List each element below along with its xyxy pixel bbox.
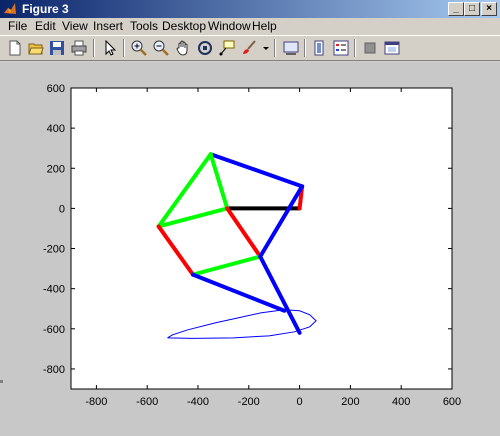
toolbar-separator	[93, 39, 95, 57]
y-tick-label: -800	[43, 364, 65, 376]
maximize-button[interactable]: □	[464, 2, 480, 16]
title-bar[interactable]: Figure 3 _ □ ×	[0, 0, 500, 18]
menu-desktop[interactable]: Desktop	[162, 19, 206, 33]
close-button[interactable]: ×	[481, 2, 497, 16]
brush-dropdown-icon[interactable]	[260, 39, 270, 57]
matlab-logo-icon	[4, 3, 16, 14]
x-tick-label: -200	[238, 396, 260, 408]
y-tick-label: 400	[47, 123, 65, 135]
axes-background[interactable]	[70, 87, 453, 390]
figure-toolbar	[0, 35, 500, 61]
x-tick-label: 0	[297, 396, 303, 408]
resize-marker	[0, 380, 3, 383]
menu-tools[interactable]: Tools	[130, 19, 158, 33]
toolbar-separator	[123, 39, 125, 57]
toolbar-separator	[304, 39, 306, 57]
save-icon[interactable]	[48, 39, 66, 57]
menu-help[interactable]: Help	[252, 19, 277, 33]
new-figure-icon[interactable]	[6, 39, 24, 57]
y-tick-label: 0	[59, 203, 65, 215]
show-plot-tools-icon[interactable]	[383, 39, 401, 57]
x-tick-label: -600	[136, 396, 158, 408]
x-tick-label: 400	[392, 396, 410, 408]
y-tick-label: -400	[43, 284, 65, 296]
link-plot-icon[interactable]	[282, 39, 300, 57]
open-file-icon[interactable]	[27, 39, 45, 57]
menu-insert[interactable]: Insert	[93, 19, 123, 33]
x-tick-label: 200	[341, 396, 359, 408]
toolbar-separator	[354, 39, 356, 57]
y-tick-label: -600	[43, 324, 65, 336]
minimize-button[interactable]: _	[448, 2, 464, 16]
zoom-in-icon[interactable]	[130, 39, 148, 57]
x-tick-label: -400	[187, 396, 209, 408]
print-icon[interactable]	[70, 39, 88, 57]
hide-plot-tools-icon[interactable]	[361, 39, 379, 57]
figure-canvas[interactable]: -800 -600 -400 -200 0 200 400 600 600 400 200 0 -200…	[0, 62, 500, 436]
x-tick-label: -800	[85, 396, 107, 408]
menu-file[interactable]: File	[8, 19, 27, 33]
axes[interactable]: -800 -600 -400 -200 0 200 400 600 600 400 200 0 -200…	[0, 62, 500, 436]
edit-plot-arrow-icon[interactable]	[101, 39, 119, 57]
pan-hand-icon[interactable]	[174, 39, 192, 57]
menu-view[interactable]: View	[62, 19, 88, 33]
rotate-3d-icon[interactable]	[196, 39, 214, 57]
data-cursor-icon[interactable]	[218, 39, 236, 57]
menu-bar: File Edit View Insert Tools Desktop Wind…	[0, 18, 500, 35]
legend-icon[interactable]	[332, 39, 350, 57]
window-title: Figure 3	[22, 2, 69, 16]
y-tick-label: 200	[47, 163, 65, 175]
zoom-out-icon[interactable]	[152, 39, 170, 57]
toolbar-separator	[274, 39, 276, 57]
x-tick-label: 600	[443, 396, 461, 408]
menu-edit[interactable]: Edit	[35, 19, 56, 33]
brush-icon[interactable]	[240, 39, 258, 57]
menu-window[interactable]: Window	[208, 19, 251, 33]
y-tick-label: -200	[43, 244, 65, 256]
figure-window: Figure 3 _ □ × File Edit View Insert Too…	[0, 0, 500, 436]
y-tick-label: 600	[47, 83, 65, 95]
colorbar-icon[interactable]	[310, 39, 328, 57]
